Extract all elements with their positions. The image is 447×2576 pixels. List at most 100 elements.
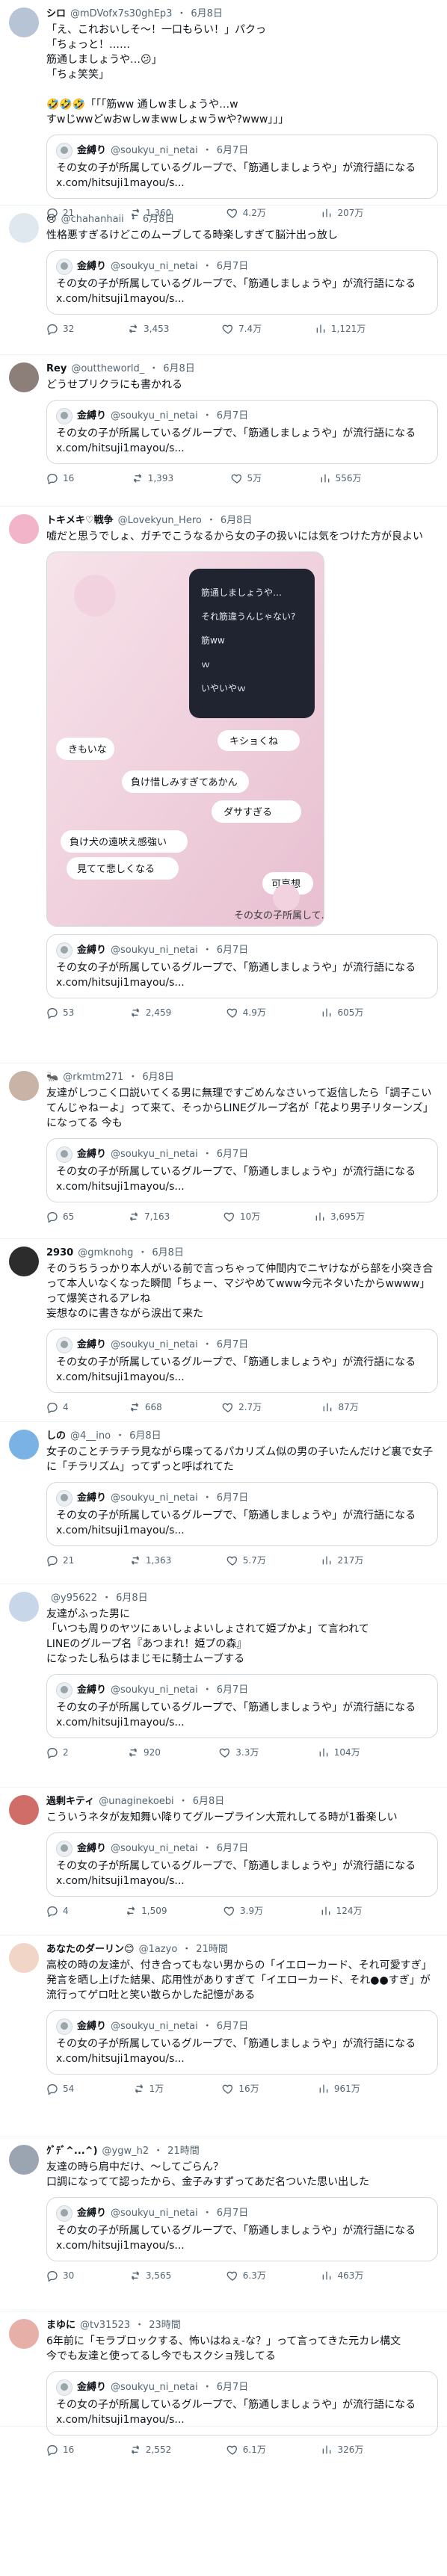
timestamp[interactable]: 6月8日 xyxy=(191,7,223,21)
tweet-media[interactable]: 筋通しましょうや… それ筋違うんじゃない? 筋ww ｗ いやいやｗ きもいな 負… xyxy=(46,552,324,927)
tweet-card[interactable]: 過剰キティ @unaginekoebi ・ 6月8日 こういうネタが友知舞い降り… xyxy=(0,1788,447,1936)
avatar[interactable] xyxy=(9,362,39,392)
like-button[interactable]: 2.7万 xyxy=(222,1400,262,1413)
timestamp[interactable]: 21時間 xyxy=(167,2145,200,2158)
tweet-card[interactable]: 2930 @gmknohg ・ 6月8日 そのうちうっかり本人がいる前で言っちゃ… xyxy=(0,1239,447,1422)
handle[interactable]: @chahanhaii xyxy=(61,213,124,226)
reply-button[interactable]: 30 xyxy=(46,2270,74,2282)
views-button[interactable]: 87万 xyxy=(321,1400,359,1413)
handle[interactable]: @ygw_h2 xyxy=(102,2145,149,2158)
timestamp[interactable]: 6月8日 xyxy=(193,1795,225,1809)
tweet-card[interactable]: @y95622 ・ 6月8日 友達がふった男に 「いつも周りのヤツにぁいしょよい… xyxy=(0,1584,447,1788)
views-button[interactable]: 217万 xyxy=(321,1554,363,1566)
views-button[interactable]: 463万 xyxy=(321,2269,363,2282)
like-button[interactable]: 5.7万 xyxy=(226,1554,266,1566)
display-name[interactable]: 🐜 xyxy=(46,1071,58,1084)
avatar[interactable] xyxy=(9,514,39,544)
quote-tweet[interactable]: 金縛り @soukyu_ni_netai ・ 6月7日 その女の子が所属している… xyxy=(46,934,438,998)
like-button[interactable]: 16万 xyxy=(222,2082,259,2095)
tweet-card[interactable]: 🐜 @rkmtm271 ・ 6月8日 友達がしつこく口説いてくる男に無理ですごめ… xyxy=(0,1063,447,1239)
avatar[interactable] xyxy=(9,1247,39,1276)
quote-tweet[interactable]: 金縛り @soukyu_ni_netai ・ 6月7日 その女の子が所属している… xyxy=(46,1832,438,1897)
display-name[interactable]: あなたのダーリン😊 xyxy=(46,1943,135,1956)
reply-button[interactable]: 16 xyxy=(46,2444,74,2456)
retweet-button[interactable]: 1万 xyxy=(133,2082,164,2095)
reply-button[interactable]: 4 xyxy=(46,1905,69,1917)
display-name[interactable]: まゆに xyxy=(46,2319,75,2332)
handle[interactable]: @gmknohg xyxy=(78,1247,133,1260)
retweet-button[interactable]: 920 xyxy=(127,1746,161,1758)
avatar[interactable] xyxy=(9,7,39,37)
timestamp[interactable]: 6月8日 xyxy=(221,514,253,528)
reply-button[interactable]: 53 xyxy=(46,1007,74,1019)
timestamp[interactable]: 6月8日 xyxy=(129,1430,161,1443)
avatar[interactable] xyxy=(9,2145,39,2175)
timestamp[interactable]: 23時間 xyxy=(149,2319,181,2332)
reply-button[interactable]: 21 xyxy=(46,1554,74,1566)
quote-tweet[interactable]: 金縛り @soukyu_ni_netai ・ 6月7日 その女の子が所属している… xyxy=(46,250,438,315)
views-button[interactable]: 1,121万 xyxy=(315,322,366,335)
like-button[interactable]: 3.3万 xyxy=(219,1746,259,1758)
avatar[interactable] xyxy=(9,2319,39,2349)
timestamp[interactable]: 6月8日 xyxy=(163,362,195,376)
handle[interactable]: @rkmtm271 xyxy=(63,1071,123,1084)
retweet-button[interactable]: 668 xyxy=(129,1401,162,1413)
reply-button[interactable]: 54 xyxy=(46,2083,74,2095)
quote-tweet[interactable]: 金縛り @soukyu_ni_netai ・ 6月7日 その女の子が所属している… xyxy=(46,135,438,199)
retweet-button[interactable]: 2,459 xyxy=(129,1007,171,1019)
reply-button[interactable]: 16 xyxy=(46,472,74,484)
handle[interactable]: @mDVofx7s30ghEp3 xyxy=(70,7,172,21)
quote-tweet[interactable]: 金縛り @soukyu_ni_netai ・ 6月7日 その女の子が所属している… xyxy=(46,2371,438,2436)
quote-tweet[interactable]: 金縛り @soukyu_ni_netai ・ 6月7日 その女の子が所属している… xyxy=(46,400,438,464)
avatar[interactable] xyxy=(9,1592,39,1622)
handle[interactable]: @4__ino xyxy=(70,1430,111,1443)
timestamp[interactable]: 6月8日 xyxy=(143,213,175,226)
reply-button[interactable]: 2 xyxy=(46,1746,69,1758)
handle[interactable]: @1azyo xyxy=(139,1943,178,1956)
display-name[interactable]: 😢 xyxy=(46,213,57,226)
handle[interactable]: @tv31523 xyxy=(80,2319,130,2332)
retweet-button[interactable]: 3,565 xyxy=(129,2270,171,2282)
quote-tweet[interactable]: 金縛り @soukyu_ni_netai ・ 6月7日 その女の子が所属している… xyxy=(46,2010,438,2075)
views-button[interactable]: 961万 xyxy=(318,2082,360,2095)
tweet-card[interactable]: しの @4__ino ・ 6月8日 女子のことチラチラ見ながら喋ってるパカリズム… xyxy=(0,1422,447,1584)
avatar[interactable] xyxy=(9,1943,39,1973)
views-button[interactable]: 556万 xyxy=(319,472,362,484)
retweet-button[interactable]: 1,363 xyxy=(129,1554,171,1566)
timestamp[interactable]: 21時間 xyxy=(196,1943,228,1956)
display-name[interactable]: しの xyxy=(46,1430,66,1443)
tweet-card[interactable]: ｸﾞﾃﾞ^...^) @ygw_h2 ・ 21時間 友達の時ら肩中だけ、〜してご… xyxy=(0,2137,447,2311)
like-button[interactable]: 5万 xyxy=(231,472,262,484)
like-button[interactable]: 7.4万 xyxy=(222,322,262,335)
like-button[interactable]: 6.3万 xyxy=(226,2269,266,2282)
handle[interactable]: @y95622 xyxy=(51,1592,97,1605)
tweet-card[interactable]: トキメキ♡戦争 @Lovekyun_Hero ・ 6月8日 嘘だと思うでしょ、ガ… xyxy=(0,507,447,1063)
tweet-card[interactable]: 😢 @chahanhaii ・ 6月8日 性格悪すぎるけどこのムーブしてる時楽し… xyxy=(0,206,447,355)
display-name[interactable]: 過剰キティ xyxy=(46,1795,94,1809)
reply-button[interactable]: 32 xyxy=(46,323,74,335)
display-name[interactable]: Rey xyxy=(46,362,67,376)
retweet-button[interactable]: 1,393 xyxy=(132,472,173,484)
like-button[interactable]: 6.1万 xyxy=(226,2443,266,2456)
retweet-button[interactable]: 3,453 xyxy=(127,323,169,335)
avatar[interactable] xyxy=(9,1071,39,1101)
display-name[interactable]: ｸﾞﾃﾞ^...^) xyxy=(46,2145,98,2158)
quote-tweet[interactable]: 金縛り @soukyu_ni_netai ・ 6月7日 その女の子が所属している… xyxy=(46,1482,438,1546)
views-button[interactable]: 124万 xyxy=(320,1904,363,1917)
views-button[interactable]: 326万 xyxy=(321,2443,363,2456)
reply-button[interactable]: 4 xyxy=(46,1401,69,1413)
retweet-button[interactable]: 2,552 xyxy=(129,2444,171,2456)
timestamp[interactable]: 6月8日 xyxy=(116,1592,148,1605)
views-button[interactable]: 605万 xyxy=(321,1006,363,1019)
avatar[interactable] xyxy=(9,1430,39,1460)
tweet-card[interactable]: シロ @mDVofx7s30ghEp3 ・ 6月8日 「え、これおいしそ〜！一口… xyxy=(0,0,447,219)
avatar[interactable] xyxy=(9,213,39,243)
quote-tweet[interactable]: 金縛り @soukyu_ni_netai ・ 6月7日 その女の子が所属している… xyxy=(46,1138,438,1202)
display-name[interactable]: トキメキ♡戦争 xyxy=(46,514,114,528)
display-name[interactable]: シロ xyxy=(46,7,66,21)
views-button[interactable]: 104万 xyxy=(318,1746,360,1758)
handle[interactable]: @Lovekyun_Hero xyxy=(118,514,202,528)
quote-tweet[interactable]: 金縛り @soukyu_ni_netai ・ 6月7日 その女の子が所属している… xyxy=(46,1329,438,1393)
handle[interactable]: @outtheworld_ xyxy=(71,362,144,376)
like-button[interactable]: 10万 xyxy=(223,1210,260,1223)
